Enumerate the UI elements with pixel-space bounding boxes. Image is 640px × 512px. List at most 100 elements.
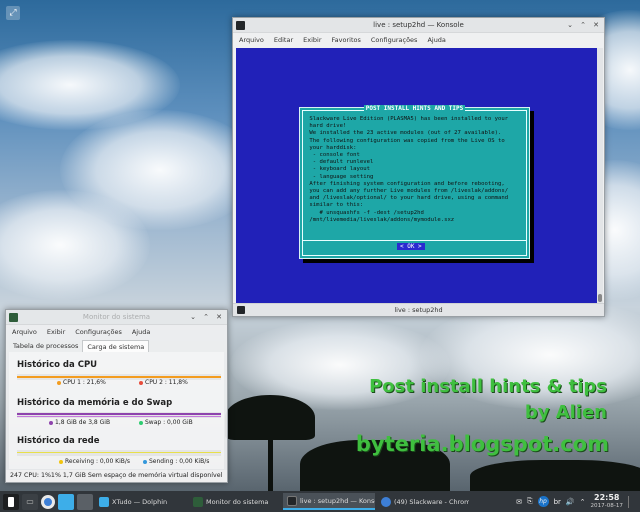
keyboard-layout-indicator[interactable]: br <box>554 498 561 506</box>
terminal-area[interactable]: POST INSTALL HINTS AND TIPS Slackware Li… <box>236 48 597 304</box>
menu-favoritos[interactable]: Favoritos <box>332 36 361 44</box>
maximize-button[interactable]: ⌃ <box>201 312 211 322</box>
chromium-launcher-icon[interactable] <box>41 494 55 509</box>
system-monitor-window[interactable]: Monitor do sistema ⌄ ⌃ ✕ Arquivo Exibir … <box>5 309 228 483</box>
terminal-launcher-icon[interactable]: ▭ <box>22 493 38 510</box>
window-title: live : setup2hd — Konsole <box>373 21 464 29</box>
terminal-tab-icon <box>237 306 245 314</box>
receiving-color-dot <box>59 459 63 464</box>
network-line <box>17 452 221 453</box>
cpu2-legend: CPU 2 : 11,8% <box>139 379 188 386</box>
sending-value: Sending : 0,00 KiB/s <box>149 458 210 465</box>
hp-printer-icon[interactable]: hp <box>537 496 549 507</box>
cpu-history-heading: Histórico da CPU <box>17 360 98 370</box>
dialog-separator <box>302 240 527 241</box>
swap-color-dot <box>139 420 143 425</box>
cpu1-line <box>17 376 221 378</box>
task-label: XTudo — Dolphin <box>112 497 168 506</box>
menu-configuracoes[interactable]: Configurações <box>371 36 418 44</box>
receiving-legend: Receiving : 0,00 KiB/s <box>59 458 130 465</box>
cpu1-legend: CPU 1 : 21,6% <box>57 379 106 386</box>
swap-legend: Swap : 0,00 GiB <box>139 419 193 426</box>
menu-arquivo[interactable]: Arquivo <box>12 328 37 336</box>
expand-tray-icon[interactable]: ⌃ <box>580 498 586 506</box>
sysmon-statusbar: 247 CPU: 1%1% 1,7 GiB Sem espaço de memó… <box>6 470 227 482</box>
minimize-button[interactable]: ⌄ <box>565 20 575 30</box>
chromium-icon <box>381 496 391 507</box>
task-konsole[interactable]: live : setup2hd — Konsole <box>283 493 375 510</box>
system-load-panel: Histórico da CPU CPU 1 : 21,6% CPU 2 : 1… <box>9 352 224 469</box>
swap-line <box>17 416 221 417</box>
post-install-dialog: POST INSTALL HINTS AND TIPS Slackware Li… <box>299 105 530 259</box>
memory-graph <box>17 412 221 418</box>
terminal-icon <box>287 495 297 506</box>
task-label: (49) Slackware - Chromi... <box>394 497 469 506</box>
sysmon-tabs: Tabela de processos Carga de sistema <box>6 340 227 352</box>
tab-system-load[interactable]: Carga de sistema <box>82 340 150 352</box>
task-dolphin[interactable]: XTudo — Dolphin <box>95 493 187 510</box>
menu-exibir[interactable]: Exibir <box>47 328 65 336</box>
desktop-toolbox-icon[interactable]: ⤢ <box>6 6 20 20</box>
swap-value: Swap : 0,00 GiB <box>145 419 193 426</box>
volume-icon[interactable]: 🔊 <box>566 498 575 506</box>
overlay-title: Post install hints & tips <box>369 376 607 397</box>
konsole-tabbar: live : setup2hd <box>233 303 604 316</box>
cpu-graph <box>17 374 221 380</box>
desktop-pager-icon[interactable] <box>77 493 93 510</box>
task-system-monitor[interactable]: Monitor do sistema <box>189 493 281 510</box>
terminal-scrollbar[interactable] <box>597 48 603 304</box>
maximize-button[interactable]: ⌃ <box>578 20 588 30</box>
notifications-icon[interactable]: ✉ <box>516 498 522 506</box>
konsole-menubar: Arquivo Editar Exibir Favoritos Configur… <box>233 33 604 47</box>
menu-ajuda[interactable]: Ajuda <box>427 36 445 44</box>
show-desktop-icon[interactable] <box>628 495 636 508</box>
application-launcher-icon[interactable] <box>3 493 19 510</box>
menu-ajuda[interactable]: Ajuda <box>132 328 150 336</box>
network-graph <box>17 450 221 456</box>
dialog-title: POST INSTALL HINTS AND TIPS <box>363 105 466 112</box>
receiving-value: Receiving : 0,00 KiB/s <box>65 458 131 465</box>
task-label: live : setup2hd — Konsole <box>300 496 375 505</box>
clock[interactable]: 22:58 2017-08-17 <box>590 492 623 510</box>
menu-editar[interactable]: Editar <box>274 36 293 44</box>
tab-live-setup2hd[interactable]: live : setup2hd <box>394 306 442 314</box>
network-history-heading: Histórico da rede <box>17 436 100 446</box>
ok-button[interactable]: < OK > <box>397 243 425 250</box>
clipboard-icon[interactable]: ⎘ <box>527 497 533 506</box>
scrollbar-thumb[interactable] <box>598 294 602 302</box>
menu-configuracoes[interactable]: Configurações <box>75 328 122 336</box>
memory-history-heading: Histórico da memória e do Swap <box>17 398 173 408</box>
task-chromium[interactable]: (49) Slackware - Chromi... <box>377 493 469 510</box>
memory-legend: 1,8 GiB de 3,8 GiB <box>49 419 110 426</box>
menu-arquivo[interactable]: Arquivo <box>239 36 264 44</box>
clock-time: 22:58 <box>594 492 620 502</box>
memory-line <box>17 413 221 415</box>
memory-value: 1,8 GiB de 3,8 GiB <box>55 419 111 426</box>
dolphin-launcher-icon[interactable] <box>58 493 74 510</box>
dialog-body: Slackware Live Edition (PLASMA5) has bee… <box>309 116 509 223</box>
tab-process-table[interactable]: Tabela de processos <box>9 340 82 352</box>
palm-tree <box>225 395 315 440</box>
menu-exibir[interactable]: Exibir <box>303 36 321 44</box>
clock-date: 2017-08-17 <box>590 502 623 509</box>
konsole-titlebar[interactable]: live : setup2hd — Konsole ⌄ ⌃ ✕ <box>233 18 604 33</box>
overlay-author: by Alien <box>524 402 607 423</box>
folder-icon <box>99 496 109 507</box>
close-button[interactable]: ✕ <box>591 20 601 30</box>
sysmon-menubar: Arquivo Exibir Configurações Ajuda <box>6 325 227 339</box>
cpu2-color-dot <box>139 380 143 385</box>
overlay-url: byteria.blogspot.com <box>355 432 609 456</box>
cpu1-value: CPU 1 : 21,6% <box>63 379 106 386</box>
monitor-icon <box>193 496 203 507</box>
cpu2-value: CPU 2 : 11,8% <box>145 379 188 386</box>
close-button[interactable]: ✕ <box>214 312 224 322</box>
memory-color-dot <box>49 420 53 425</box>
taskbar: ▭ XTudo — Dolphin Monitor do sistema liv… <box>0 491 640 512</box>
sending-legend: Sending : 0,00 KiB/s <box>143 458 209 465</box>
cpu1-color-dot <box>57 380 61 385</box>
konsole-window[interactable]: live : setup2hd — Konsole ⌄ ⌃ ✕ Arquivo … <box>232 17 605 317</box>
sysmon-titlebar[interactable]: Monitor do sistema ⌄ ⌃ ✕ <box>6 310 227 325</box>
sending-color-dot <box>143 459 147 464</box>
minimize-button[interactable]: ⌄ <box>188 312 198 322</box>
system-tray: ✉ ⎘ hp br 🔊 ⌃ 22:58 2017-08-17 <box>516 491 636 512</box>
